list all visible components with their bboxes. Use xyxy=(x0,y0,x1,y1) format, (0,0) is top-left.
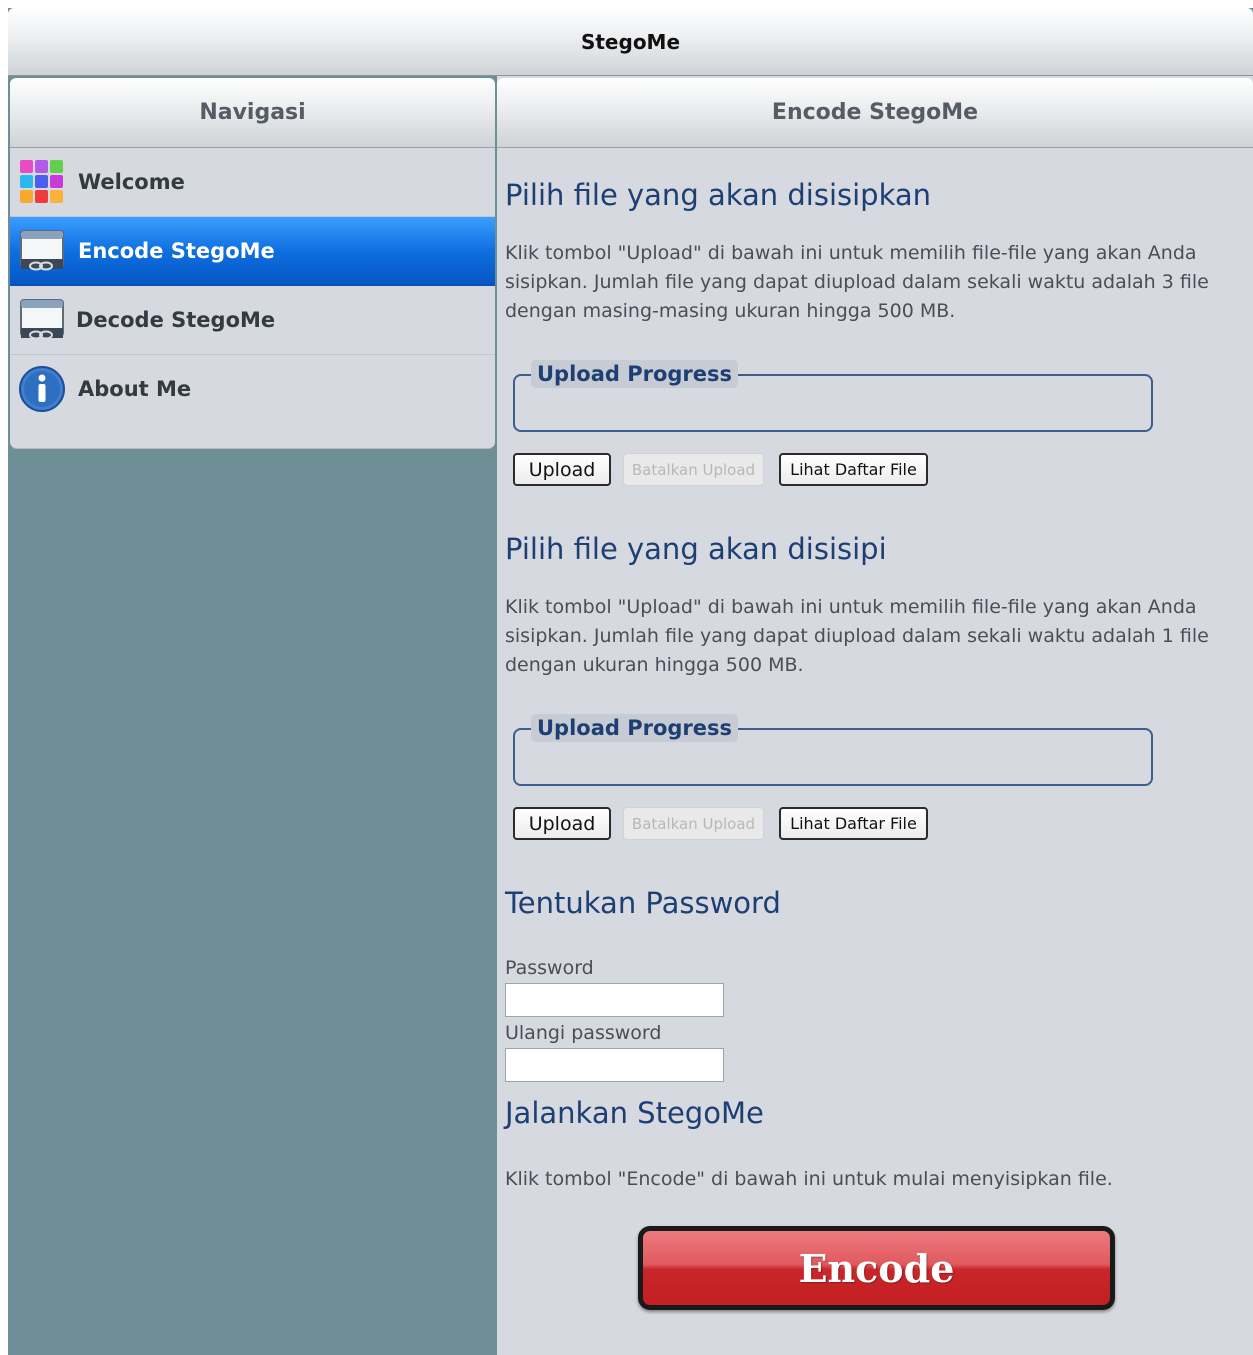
page-title: Encode StegoMe xyxy=(771,100,979,125)
upload-progress-legend: Upload Progress xyxy=(531,360,739,388)
view-file-list-button[interactable]: Lihat Daftar File xyxy=(779,807,928,840)
upload-progress-box: Upload Progress xyxy=(513,714,1153,786)
cancel-upload-button[interactable]: Batalkan Upload xyxy=(623,807,764,840)
repeat-password-label: Ulangi password xyxy=(505,1022,662,1044)
view-file-list-button[interactable]: Lihat Daftar File xyxy=(779,453,928,486)
upload-progress-legend: Upload Progress xyxy=(531,714,739,742)
title-bar: StegoMe xyxy=(8,8,1253,76)
sidebar-item-label: About Me xyxy=(78,377,192,401)
cancel-upload-button[interactable]: Batalkan Upload xyxy=(623,453,764,486)
section-title-run: Jalankan StegoMe xyxy=(505,1096,764,1130)
sidebar-item-welcome[interactable]: Welcome xyxy=(10,148,495,217)
sidebar-item-decode[interactable]: Decode StegoMe xyxy=(10,286,495,355)
section-title-password: Tentukan Password xyxy=(505,886,781,920)
decode-window-link-icon xyxy=(18,296,66,344)
section-desc-insert-files: Klik tombol "Upload" di bawah ini untuk … xyxy=(505,242,1209,322)
info-icon xyxy=(18,365,66,413)
app-window: StegoMe Navigasi Welcome Encode StegoMe … xyxy=(8,8,1253,1355)
main-header: Encode StegoMe xyxy=(497,78,1253,148)
sidebar-item-label: Encode StegoMe xyxy=(78,239,275,263)
section-title-insert-files: Pilih file yang akan disisipkan xyxy=(505,178,932,212)
app-title: StegoMe xyxy=(580,29,681,54)
upload-progress-box: Upload Progress xyxy=(513,360,1153,432)
encode-button-label: Encode xyxy=(798,1245,955,1291)
repeat-password-field[interactable] xyxy=(505,1048,724,1082)
upload-button[interactable]: Upload xyxy=(513,807,611,840)
section-desc-run: Klik tombol "Encode" di bawah ini untuk … xyxy=(505,1168,1113,1190)
sidebar-title: Navigasi xyxy=(199,100,306,125)
sidebar-nav: Welcome Encode StegoMe Decode StegoMe Ab… xyxy=(10,148,495,449)
upload-button[interactable]: Upload xyxy=(513,453,611,486)
sidebar-item-about[interactable]: About Me xyxy=(10,355,495,424)
encode-window-link-icon xyxy=(18,227,66,275)
password-label: Password xyxy=(505,957,594,979)
main-panel: Encode StegoMe Pilih file yang akan disi… xyxy=(495,76,1253,1355)
sidebar: Navigasi Welcome Encode StegoMe Decode S… xyxy=(8,76,495,1355)
section-title-cover-file: Pilih file yang akan disisipi xyxy=(505,532,887,566)
section-desc-cover-file: Klik tombol "Upload" di bawah ini untuk … xyxy=(505,596,1209,676)
password-field[interactable] xyxy=(505,983,724,1017)
sidebar-header: Navigasi xyxy=(10,78,495,148)
encode-button[interactable]: Encode xyxy=(638,1226,1115,1310)
sidebar-item-encode[interactable]: Encode StegoMe xyxy=(10,217,495,286)
sidebar-item-label: Decode StegoMe xyxy=(76,308,276,332)
welcome-grid-icon xyxy=(18,158,66,206)
sidebar-item-label: Welcome xyxy=(78,170,185,194)
